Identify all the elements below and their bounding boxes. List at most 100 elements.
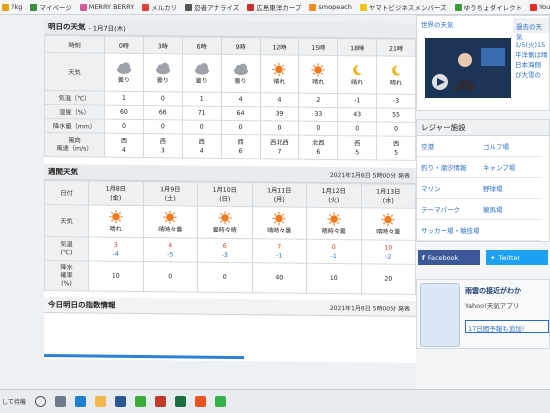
cloud-icon bbox=[116, 62, 131, 74]
bookmark-item[interactable]: MERRY BERRY bbox=[79, 3, 135, 11]
weekly-date-cell: 1月12日 (火) bbox=[306, 183, 361, 208]
bookmark-item[interactable]: 忍者アナライズ bbox=[185, 2, 239, 12]
weekly-weather-label: 曇時々晴 bbox=[212, 226, 237, 235]
weather-label: 晴れ bbox=[351, 79, 364, 87]
bookmark-item[interactable]: メルカリ bbox=[142, 2, 177, 12]
leisure-link[interactable]: 競馬場 bbox=[479, 199, 541, 220]
weekly-title: 週間天気 bbox=[48, 167, 78, 177]
app-icon[interactable] bbox=[154, 396, 166, 407]
bookmark-item[interactable]: ヤマトビジネスメンバーズ bbox=[359, 2, 447, 12]
hour-cell: 15時 bbox=[298, 38, 338, 56]
bookmark-item[interactable]: マイページ bbox=[30, 2, 72, 12]
leisure-link[interactable]: ゴルフ場 bbox=[479, 136, 541, 157]
leisure-link[interactable]: 野球場 bbox=[479, 178, 541, 199]
humidity-cell: 71 bbox=[182, 105, 222, 121]
wind-direction: 西 bbox=[392, 140, 400, 148]
wind-cell: 西北西 7 bbox=[260, 134, 299, 160]
news-video-thumbnail[interactable] bbox=[425, 38, 511, 98]
weather-cell: 曇り bbox=[221, 54, 260, 93]
facebook-button[interactable]: f Facebook bbox=[418, 250, 480, 265]
weekly-date-cell: 1月13日 (水) bbox=[361, 183, 416, 209]
edge-icon[interactable] bbox=[74, 396, 86, 407]
date-row-label: 日付 bbox=[44, 180, 89, 205]
precip-cell: 0 bbox=[337, 121, 377, 136]
leisure-link[interactable]: 釣り・潮汐情報 bbox=[417, 157, 479, 178]
temp-cell: 0 bbox=[143, 91, 183, 106]
excel-icon[interactable] bbox=[174, 396, 186, 407]
weekly-temp-cell: 3 -4 bbox=[88, 236, 143, 262]
tomorrow-date: - 1月7日(木) bbox=[88, 23, 126, 33]
weekly-weather-row-label: 天気 bbox=[44, 204, 89, 237]
wind-cell: 西5 bbox=[337, 135, 377, 160]
bookmark-item[interactable]: ?kg bbox=[2, 3, 22, 11]
wind-cell: 西5 bbox=[376, 135, 416, 161]
index-title: 今日明日の指数情報 bbox=[48, 300, 116, 310]
bookmark-item[interactable]: YouTube bbox=[530, 3, 550, 11]
bookmark-item[interactable]: ゆうちょダイレクト bbox=[454, 2, 523, 12]
weekly-issued: 2021年1月6日 5時00分 発表 bbox=[329, 171, 410, 180]
cortana-icon[interactable] bbox=[34, 396, 46, 407]
weather-cell: 曇り bbox=[143, 53, 183, 92]
chrome-icon[interactable] bbox=[134, 396, 146, 407]
bookmark-favicon-icon bbox=[79, 3, 87, 11]
weekly-weather-cell: 晴時々曇 bbox=[361, 207, 416, 241]
wind-speed: 6 bbox=[238, 147, 243, 155]
hourly-forecast-table: 時刻 0時 3時 6時 9時 12時 15時 18時 21時 天気 曇り 曇り 曇り 曇り 晴れ 晴れ 晴れ 晴… bbox=[44, 35, 416, 161]
temp-cell: 4 bbox=[221, 92, 260, 107]
leisure-link[interactable]: サッカー場・競技場 bbox=[417, 220, 479, 241]
bookmark-label: マイページ bbox=[39, 4, 72, 12]
wind-speed: 3 bbox=[160, 146, 165, 154]
cloud-icon bbox=[194, 63, 209, 75]
weekly-weather-label: 晴時々曇 bbox=[158, 226, 183, 234]
wind-direction: 西 bbox=[198, 138, 205, 146]
folder-icon[interactable] bbox=[94, 396, 106, 407]
bookmark-label: ?kg bbox=[11, 3, 23, 11]
twitter-label: Twitter bbox=[498, 253, 521, 262]
bookmark-label: MERRY BERRY bbox=[88, 3, 135, 11]
weekly-weather-label: 晴時々曇 bbox=[376, 228, 401, 236]
sun-icon bbox=[109, 210, 123, 224]
leisure-link[interactable]: 空港 bbox=[417, 136, 479, 157]
weather-label: 曇り bbox=[234, 77, 247, 86]
facebook-label: Facebook bbox=[427, 253, 459, 262]
taskview-icon[interactable] bbox=[54, 396, 66, 407]
sun-icon bbox=[218, 211, 232, 225]
scroll-progress-bar bbox=[44, 354, 244, 360]
news-line: 平洋側は晴 bbox=[515, 51, 548, 59]
hour-cell: 3時 bbox=[143, 36, 183, 54]
leisure-link[interactable]: テーマパーク bbox=[417, 199, 479, 220]
weekly-date-cell: 1月8日 (金) bbox=[88, 180, 143, 206]
bird-icon: ✦ bbox=[490, 253, 496, 262]
temp-cell: -3 bbox=[376, 93, 416, 109]
leisure-list: 空港 ゴルフ場 釣り・潮汐情報 キャンプ場 マリン 野球場 テーマパーク 競馬場 サッカー場・競… bbox=[417, 136, 549, 241]
leisure-link[interactable]: キャンプ場 bbox=[479, 157, 541, 178]
leisure-empty bbox=[479, 220, 541, 241]
bookmark-label: ヤマトビジネスメンバーズ bbox=[368, 4, 447, 12]
ad-cta-button[interactable]: 17日間予報も追加! bbox=[465, 320, 549, 333]
low-temp: -1 bbox=[276, 251, 283, 259]
bookmark-item[interactable]: smopeach bbox=[309, 3, 352, 11]
weekly-temp-cell: 6 -3 bbox=[197, 238, 252, 263]
app-icon[interactable] bbox=[194, 396, 206, 407]
bookmark-label: ゆうちょダイレクト bbox=[463, 4, 523, 12]
wind-cell: 西6 bbox=[221, 134, 260, 159]
leisure-link[interactable]: マリン bbox=[417, 178, 479, 199]
twitter-button[interactable]: ✦ Twitter bbox=[486, 250, 548, 265]
cloud-icon bbox=[155, 62, 170, 75]
leisure-row: テーマパーク 競馬場 bbox=[417, 199, 549, 220]
weekly-weather-cell: 晴時々曇 bbox=[306, 207, 361, 240]
humidity-cell: 55 bbox=[376, 107, 416, 123]
line-icon[interactable] bbox=[214, 396, 226, 407]
app-ad-banner[interactable]: 雨雲の接近がわか Yahoo!天気アプリ 17日間予報も追加! bbox=[416, 279, 550, 349]
rain-chance-cell: 0 bbox=[197, 262, 252, 293]
bookmark-favicon-icon bbox=[2, 3, 9, 11]
past-weather-link[interactable]: 過去の天気 bbox=[513, 18, 549, 41]
time-row-label: 時刻 bbox=[44, 35, 105, 54]
weekly-dow: (月) bbox=[273, 195, 285, 204]
wind-direction: 西 bbox=[354, 139, 361, 147]
bookmark-item[interactable]: 広島東洋カープ bbox=[247, 2, 301, 12]
bookmark-label: 忍者アナライズ bbox=[194, 4, 240, 12]
word-icon[interactable] bbox=[114, 396, 126, 407]
news-headline[interactable]: 1/5(火)15 平洋側は晴 日本海側 び大雪の bbox=[515, 40, 548, 80]
weekly-temp-cell: 7 -1 bbox=[252, 238, 307, 264]
